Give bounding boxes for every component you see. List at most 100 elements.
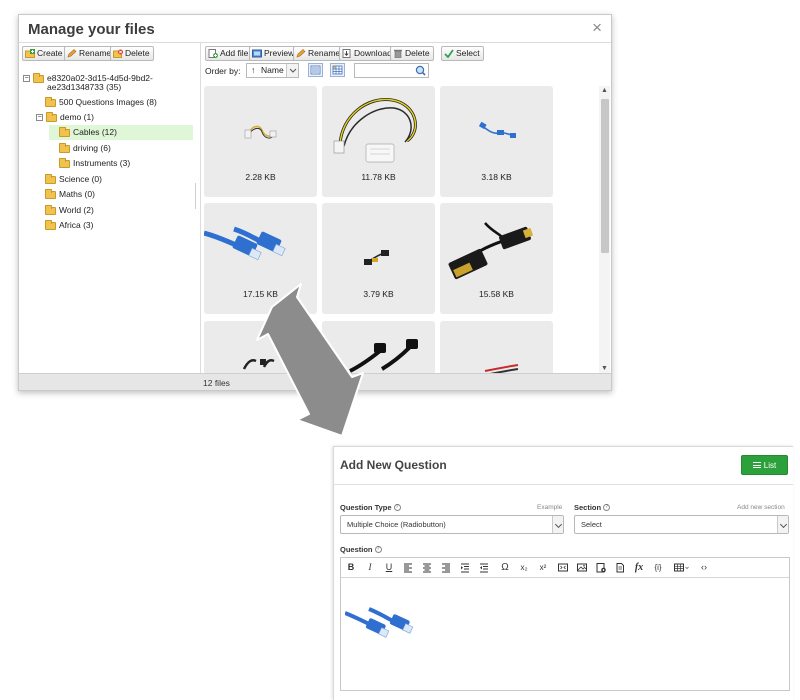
scroll-down-icon[interactable]: ▼ xyxy=(600,365,609,372)
download-button[interactable]: Download xyxy=(339,46,396,61)
tree-item-instruments[interactable]: Instruments (3) xyxy=(59,157,130,169)
scroll-up-icon[interactable]: ▲ xyxy=(600,87,609,94)
question-type-label: Question Type ? xyxy=(340,503,401,512)
chevron-down-icon[interactable] xyxy=(552,516,563,533)
root-label-line2: ae23d1348733 (35) xyxy=(47,82,122,92)
file-search-input[interactable] xyxy=(354,63,429,78)
file-tile[interactable]: 3.18 KB xyxy=(440,86,553,197)
underline-button[interactable]: U xyxy=(382,561,396,574)
delete-label: Delete xyxy=(405,48,430,58)
sort-direction-icon[interactable]: ↑ xyxy=(251,64,255,77)
placeholder-button[interactable]: {i} xyxy=(651,561,665,574)
chevron-down-icon[interactable] xyxy=(286,64,298,77)
question-label-text: Question xyxy=(340,545,373,554)
order-by-text: Order by: xyxy=(205,66,241,76)
search-icon[interactable] xyxy=(415,65,426,78)
editor-content[interactable] xyxy=(341,579,789,690)
preview-button[interactable]: Preview xyxy=(249,46,299,61)
file-browser-icon[interactable] xyxy=(594,561,608,574)
page-title: Add New Question xyxy=(340,458,447,472)
grid-view-icon[interactable] xyxy=(330,63,345,77)
superscript-button[interactable]: x² xyxy=(536,561,550,574)
file-manager-dialog: Manage your files × Create Rename Delete… xyxy=(18,14,612,391)
indent-icon[interactable] xyxy=(458,561,472,574)
file-tile[interactable] xyxy=(322,321,435,373)
tree-item-cables[interactable]: Cables (12) xyxy=(49,125,193,140)
file-tile[interactable] xyxy=(440,321,553,373)
rename-label: Rename xyxy=(308,48,341,58)
tree-item-africa[interactable]: Africa (3) xyxy=(45,219,93,231)
files-pane: Add file Preview Rename Download Delete … xyxy=(202,43,611,374)
help-icon[interactable]: ? xyxy=(603,504,611,511)
bold-button[interactable]: B xyxy=(344,561,358,574)
file-tile[interactable]: 2.28 KB xyxy=(204,86,317,197)
align-left-icon[interactable] xyxy=(401,561,415,574)
tree-item-label: Maths (0) xyxy=(59,189,95,199)
rename-file-button[interactable]: Rename xyxy=(293,46,345,61)
outdent-icon[interactable] xyxy=(477,561,491,574)
subscript-button[interactable]: x₂ xyxy=(517,561,531,574)
help-icon[interactable]: ? xyxy=(374,546,382,553)
folder-icon xyxy=(45,96,56,107)
align-center-icon[interactable] xyxy=(420,561,434,574)
scroll-thumb[interactable] xyxy=(601,99,609,253)
file-tile[interactable]: 17.15 KB xyxy=(204,203,317,314)
editor-toolbar: B I U Ω x₂ x² fx {i} ‹› xyxy=(341,558,789,578)
folder-icon xyxy=(45,204,56,215)
example-link[interactable]: Example xyxy=(537,504,562,511)
tree-item-label: 500 Questions Images (8) xyxy=(59,97,157,107)
delete-label: Delete xyxy=(125,48,150,58)
help-icon[interactable]: ? xyxy=(393,504,401,511)
file-tile[interactable]: 3.79 KB xyxy=(322,203,435,314)
create-folder-button[interactable]: Create xyxy=(22,46,67,61)
add-file-button[interactable]: Add file xyxy=(205,46,253,61)
document-icon[interactable] xyxy=(613,561,627,574)
list-button[interactable]: List xyxy=(741,455,788,475)
source-code-button[interactable]: ‹› xyxy=(697,561,711,574)
chevron-down-icon[interactable] xyxy=(777,516,788,533)
tree-item-driving[interactable]: driving (6) xyxy=(59,142,111,154)
file-size: 3.18 KB xyxy=(481,172,512,182)
collapse-icon[interactable]: − xyxy=(36,114,43,121)
question-type-select[interactable]: Multiple Choice (Radiobutton) xyxy=(340,515,564,534)
delete-folder-button[interactable]: Delete xyxy=(110,46,154,61)
image-icon[interactable] xyxy=(575,561,589,574)
italic-button[interactable]: I xyxy=(363,561,377,574)
pencil-icon xyxy=(67,49,77,58)
rename-folder-button[interactable]: Rename xyxy=(64,46,116,61)
folder-icon xyxy=(45,173,56,184)
tree-item-maths[interactable]: Maths (0) xyxy=(45,188,95,200)
media-embed-icon[interactable] xyxy=(556,561,570,574)
formula-button[interactable]: fx xyxy=(632,561,646,574)
list-view-icon[interactable] xyxy=(308,63,323,77)
add-new-section-link[interactable]: Add new section xyxy=(737,504,785,511)
network-cable-image xyxy=(345,607,414,638)
align-right-icon[interactable] xyxy=(439,561,453,574)
add-file-icon xyxy=(208,49,218,58)
file-size: 17.15 KB xyxy=(243,289,278,299)
file-grid-scrollbar[interactable]: ▲ ▼ xyxy=(599,86,610,373)
pane-splitter[interactable] xyxy=(195,183,196,209)
tree-item-science[interactable]: Science (0) xyxy=(45,173,102,185)
list-icon xyxy=(752,462,761,468)
section-select[interactable]: Select xyxy=(574,515,789,534)
collapse-icon[interactable]: − xyxy=(23,75,30,82)
tree-item-world[interactable]: World (2) xyxy=(45,204,94,216)
select-button[interactable]: Select xyxy=(441,46,484,61)
tree-item-label: Science (0) xyxy=(59,174,102,184)
section-label: Section ? xyxy=(574,503,611,512)
header-divider xyxy=(334,484,793,485)
file-tile[interactable] xyxy=(204,321,317,373)
close-icon[interactable]: × xyxy=(592,19,602,37)
delete-file-button[interactable]: Delete xyxy=(390,46,434,61)
file-size: 11.78 KB xyxy=(361,172,396,182)
tree-item-500-questions-images[interactable]: 500 Questions Images (8) xyxy=(45,96,157,108)
order-by-select[interactable]: ↑ Name xyxy=(246,63,299,78)
select-label: Select xyxy=(456,48,480,58)
file-tile[interactable]: 11.78 KB xyxy=(322,86,435,197)
tree-item-demo[interactable]: − demo (1) xyxy=(36,111,94,123)
special-character-button[interactable]: Ω xyxy=(498,561,512,574)
add-question-panel: Add New Question List Question Type ? Ex… xyxy=(333,446,793,700)
file-tile[interactable]: 15.58 KB xyxy=(440,203,553,314)
table-icon[interactable] xyxy=(673,561,691,574)
